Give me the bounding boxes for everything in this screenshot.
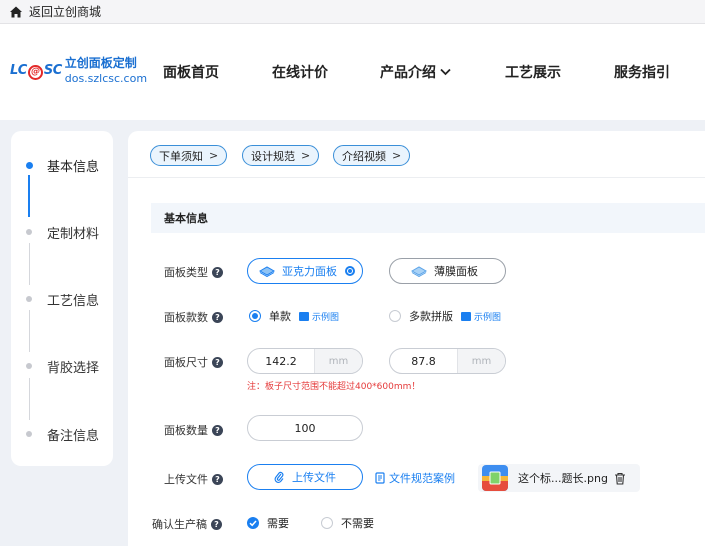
help-icon[interactable]: ?	[212, 424, 223, 436]
file-spec-link[interactable]: 文件规范案例	[375, 470, 455, 486]
image-icon	[299, 311, 309, 321]
panel-qty-input[interactable]: 100	[247, 415, 363, 441]
site-header: LC @ SC 立创面板定制 dos.szlcsc.com 面板首页 在线计价 产品…	[0, 24, 705, 120]
panel-width-input[interactable]: 142.2 mm	[247, 348, 363, 374]
nav-item-pricing[interactable]: 在线计价	[272, 62, 328, 82]
step-connector	[28, 310, 30, 352]
back-to-mall-link[interactable]: 返回立创商城	[29, 3, 101, 20]
panel-type-film[interactable]: 薄膜面板	[389, 258, 506, 284]
image-icon	[461, 311, 471, 321]
panel-height-input[interactable]: 87.8 mm	[389, 348, 506, 374]
panel-type-acrylic[interactable]: 亚克力面板	[247, 258, 363, 284]
file-name: 这个标...题长.png	[518, 472, 608, 485]
panel-style-single[interactable]: 单款 示例图	[249, 308, 339, 324]
film-panel-icon	[410, 266, 428, 277]
step-material[interactable]: 定制材料	[11, 222, 113, 242]
step-craft[interactable]: 工艺信息	[11, 289, 113, 309]
step-remarks[interactable]: 备注信息	[11, 424, 113, 444]
selected-radio-icon	[345, 266, 355, 276]
paperclip-icon	[274, 471, 284, 483]
order-form: 下单须知 > 设计规范 > 介绍视频 > 基本信息 面板类型? 亚克力面板 薄膜面板 …	[128, 131, 705, 546]
panel-qty-label: 面板数量?	[164, 422, 223, 438]
help-icon[interactable]: ?	[212, 266, 223, 278]
section-title: 基本信息	[151, 203, 705, 233]
step-basic-info[interactable]: 基本信息	[11, 155, 113, 175]
step-connector	[28, 378, 30, 420]
step-sidebar: 基本信息 定制材料 工艺信息 背胶选择 备注信息	[11, 131, 113, 466]
uploaded-file: 这个标...题长.png	[478, 464, 640, 492]
confirm-draft-label: 确认生产稿?	[152, 516, 222, 532]
nav-item-products[interactable]: 产品介绍	[380, 62, 451, 82]
example-image-link[interactable]: 示例图	[299, 310, 339, 323]
step-adhesive[interactable]: 背胶选择	[11, 356, 113, 376]
main-nav: 面板首页 在线计价 产品介绍 工艺展示 服务指引	[0, 62, 705, 84]
help-icon[interactable]: ?	[212, 473, 223, 485]
home-icon[interactable]	[9, 5, 23, 19]
trash-icon[interactable]	[614, 472, 626, 485]
help-icon[interactable]: ?	[212, 311, 223, 323]
panel-size-label: 面板尺寸?	[164, 354, 223, 370]
chevron-down-icon	[440, 68, 451, 76]
upload-file-button[interactable]: 上传文件	[247, 464, 363, 490]
panel-type-label: 面板类型?	[164, 264, 223, 280]
acrylic-panel-icon	[258, 266, 276, 277]
top-bar: 返回立创商城	[0, 0, 705, 24]
panel-style-multi[interactable]: 多款拼版 示例图	[389, 308, 501, 324]
example-image-link[interactable]: 示例图	[461, 310, 501, 323]
size-warning: 注：板子尺寸范围不能超过400*600mm！	[247, 382, 421, 392]
help-icon[interactable]: ?	[212, 356, 223, 368]
confirm-draft-yes[interactable]: 需要	[247, 515, 289, 531]
nav-item-craft[interactable]: 工艺展示	[505, 62, 561, 82]
panel-style-label: 面板款数?	[164, 309, 223, 325]
document-icon	[375, 472, 385, 484]
help-icon[interactable]: ?	[211, 518, 222, 530]
step-connector	[28, 243, 30, 285]
nav-item-service[interactable]: 服务指引	[614, 62, 670, 82]
pill-intro-video[interactable]: 介绍视频 >	[333, 145, 411, 166]
confirm-draft-no[interactable]: 不需要	[321, 515, 374, 531]
upload-label: 上传文件?	[164, 471, 223, 487]
nav-item-home[interactable]: 面板首页	[163, 62, 219, 82]
step-connector	[28, 175, 30, 217]
file-thumbnail-icon	[482, 465, 508, 491]
pill-order-notice[interactable]: 下单须知 >	[150, 145, 228, 166]
check-icon	[247, 517, 259, 529]
pill-design-spec[interactable]: 设计规范 >	[242, 145, 320, 166]
